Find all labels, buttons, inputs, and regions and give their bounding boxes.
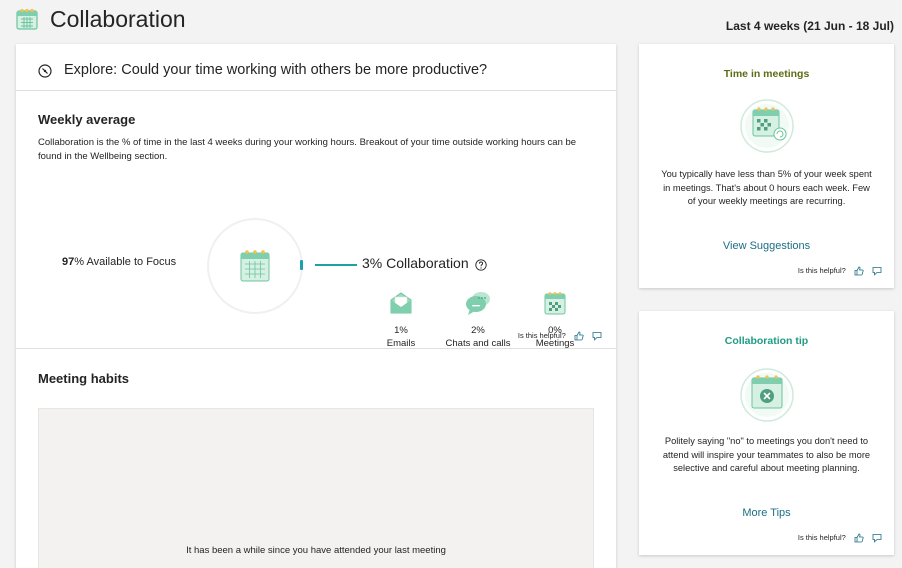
- stat-emails-percent: 1%: [394, 325, 408, 336]
- comment-icon[interactable]: [872, 266, 882, 276]
- time-in-meetings-text: You typically have less than 5% of your …: [661, 169, 872, 206]
- feedback-prompt: Is this helpful?: [798, 266, 882, 276]
- focus-percent: 97: [62, 256, 75, 268]
- comment-icon[interactable]: [592, 331, 602, 341]
- thumbs-up-icon[interactable]: [574, 331, 584, 341]
- weekly-average-description: Collaboration is the % of time in the la…: [38, 137, 577, 162]
- explore-text: Explore: Could your time working with ot…: [64, 62, 488, 78]
- collaboration-marker: [300, 260, 303, 270]
- email-icon: [390, 292, 412, 314]
- time-in-meetings-title: Time in meetings: [723, 68, 810, 80]
- collaboration-tip-card: Collaboration tip Politely saying "no" t…: [639, 311, 894, 555]
- explore-compass-icon: [38, 64, 52, 78]
- comment-icon[interactable]: [872, 533, 882, 543]
- stat-chats-label: Chats and calls: [445, 338, 511, 349]
- view-suggestions-link[interactable]: View Suggestions: [639, 240, 894, 252]
- stat-chats-percent: 2%: [471, 325, 485, 336]
- collaboration-tip-title: Collaboration tip: [724, 335, 809, 347]
- collaboration-connector-line: [315, 264, 357, 266]
- collaboration-tip-text: Politely saying "no" to meetings you don…: [662, 436, 871, 473]
- calendar-icon: [16, 8, 38, 30]
- recurring-meetings-calendar-icon: [740, 99, 794, 153]
- feedback-prompt: Is this helpful?: [798, 533, 882, 543]
- explore-banner[interactable]: Explore: Could your time working with ot…: [16, 44, 616, 91]
- feedback-prompt-text: Is this helpful?: [797, 266, 846, 275]
- collaboration-label: 3% Collaboration: [362, 255, 469, 271]
- feedback-prompt-text: Is this helpful?: [797, 533, 846, 542]
- feedback-prompt: Is this helpful?: [518, 331, 602, 341]
- weekly-average-section: Weekly average Collaboration is the % of…: [16, 92, 616, 349]
- stat-emails-label: Emails: [386, 338, 416, 349]
- page-header: Collaboration Last 4 weeks (21 Jun - 18 …: [0, 0, 902, 42]
- thumbs-up-icon[interactable]: [854, 533, 864, 543]
- focus-label-text: % Available to Focus: [74, 256, 177, 268]
- meeting-habits-empty-text: It has been a while since you have atten…: [186, 545, 446, 556]
- weekly-average-title: Weekly average: [38, 112, 136, 127]
- donut-calendar-icon: [240, 250, 270, 282]
- chat-icon: [466, 292, 490, 315]
- date-range-label: Last 4 weeks (21 Jun - 18 Jul): [725, 19, 894, 33]
- page-title: Collaboration: [50, 6, 186, 32]
- meetings-calendar-icon: [544, 292, 566, 315]
- stat-emails: 1% Emails: [361, 289, 441, 349]
- feedback-prompt-text: Is this helpful?: [517, 331, 566, 340]
- main-card: Explore: Could your time working with ot…: [16, 44, 616, 568]
- stat-chats: 2% Chats and calls: [438, 289, 518, 349]
- help-icon[interactable]: [475, 259, 487, 271]
- collaboration-donut: [207, 218, 303, 314]
- meeting-habits-empty-state: It has been a while since you have atten…: [38, 408, 594, 568]
- more-tips-link[interactable]: More Tips: [639, 507, 894, 519]
- time-in-meetings-card: Time in meetings You typically have less…: [639, 44, 894, 288]
- thumbs-up-icon[interactable]: [854, 266, 864, 276]
- declined-meeting-calendar-icon: [740, 368, 794, 422]
- meeting-habits-title: Meeting habits: [38, 371, 130, 386]
- focus-label: 97% Available to Focus: [62, 256, 176, 268]
